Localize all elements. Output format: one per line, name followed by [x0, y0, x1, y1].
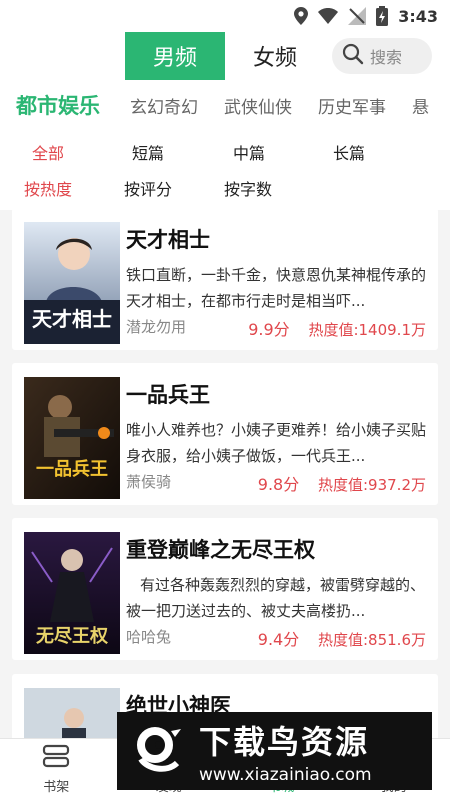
book-card[interactable]: 天才相士 天才相士 铁口直断，一卦千金，快意恩仇某神棍传承的天才相士，在都市行走… — [12, 208, 438, 350]
book-title: 天才相士 — [126, 228, 210, 252]
watermark-banner: 下载鸟资源 www.xiazainiao.com — [117, 712, 432, 790]
sort-by-words[interactable]: 按字数 — [224, 176, 272, 200]
book-stats: 9.8分 热度值:937.2万 — [258, 471, 426, 495]
filter-all[interactable]: 全部 — [32, 140, 64, 164]
tab-female[interactable]: 女频 — [235, 32, 315, 80]
book-author: 萧侯骑 — [126, 473, 172, 491]
svg-text:无尽王权: 无尽王权 — [36, 625, 109, 647]
nav-bookshelf[interactable]: 书架 — [0, 739, 113, 800]
book-stats: 9.9分 热度值:1409.1万 — [248, 316, 426, 340]
book-description: 有过各种轰轰烈烈的穿越，被雷劈穿越的、被一把刀送过去的、被丈夫高楼扔... — [126, 576, 426, 620]
book-score: 9.8分 — [257, 475, 300, 494]
book-heat: 热度值:851.6万 — [318, 631, 426, 649]
filter-medium[interactable]: 中篇 — [233, 140, 265, 164]
book-title: 一品兵王 — [126, 383, 210, 407]
category-fantasy[interactable]: 玄幻奇幻 — [130, 93, 198, 118]
book-cover: 一品兵王 — [24, 377, 120, 499]
location-icon — [294, 7, 309, 25]
status-bar: 3:43 — [0, 0, 450, 32]
book-list: 天才相士 天才相士 铁口直断，一卦千金，快意恩仇某神棍传承的天才相士，在都市行走… — [0, 208, 450, 738]
svg-text:一品兵王: 一品兵王 — [36, 459, 108, 480]
book-description: 铁口直断，一卦千金，快意恩仇某神棍传承的天才相士，在都市行走时是相当吓... — [126, 266, 426, 310]
book-cover: 天才相士 — [24, 222, 120, 344]
watermark-title: 下载鸟资源 — [199, 723, 370, 761]
book-stats: 9.4分 热度值:851.6万 — [258, 626, 426, 650]
status-time: 3:43 — [398, 6, 438, 26]
sort-by-heat[interactable]: 按热度 — [24, 176, 72, 200]
wifi-icon — [318, 8, 339, 24]
filter-panel: 全部 短篇 中篇 长篇 按热度 按评分 按字数 — [0, 128, 450, 210]
book-card[interactable]: 一品兵王 一品兵王 唯小人难养也？小姨子更难养！给小姨子买贴身衣服，给小姨子做饭… — [12, 363, 438, 505]
sort-by-rating[interactable]: 按评分 — [124, 176, 172, 200]
bookshelf-icon — [42, 744, 70, 772]
category-history[interactable]: 历史军事 — [318, 93, 386, 118]
book-heat: 热度值:1409.1万 — [308, 321, 426, 339]
book-cover — [24, 688, 120, 738]
nav-bookshelf-label: 书架 — [43, 780, 70, 795]
category-urban[interactable]: 都市娱乐 — [16, 90, 100, 120]
bird-logo-icon — [129, 721, 189, 781]
watermark-text: 下载鸟资源 www.xiazainiao.com — [199, 717, 372, 785]
book-author: 哈哈兔 — [126, 628, 172, 646]
book-description: 唯小人难养也？小姨子更难养！给小姨子买贴身衣服，给小姨子做饭，一代兵王... — [126, 421, 426, 465]
category-wuxia[interactable]: 武侠仙侠 — [224, 93, 292, 118]
filter-long[interactable]: 长篇 — [333, 140, 365, 164]
svg-text:天才相士: 天才相士 — [32, 307, 112, 331]
book-score: 9.4分 — [257, 630, 300, 649]
length-filter-row: 全部 短篇 中篇 长篇 — [0, 134, 450, 170]
signal-icon — [348, 7, 367, 25]
book-card[interactable]: 无尽王权 重登巅峰之无尽王权 有过各种轰轰烈烈的穿越，被雷劈穿越的、被一把刀送过… — [12, 518, 438, 660]
battery-icon — [376, 6, 389, 26]
book-cover: 无尽王权 — [24, 532, 120, 654]
category-bar: 都市娱乐 玄幻奇幻 武侠仙侠 历史军事 悬 — [0, 82, 450, 128]
search-box[interactable]: 搜索 — [332, 38, 432, 74]
book-author: 潜龙勿用 — [126, 318, 187, 336]
book-heat: 热度值:937.2万 — [318, 476, 426, 494]
search-placeholder: 搜索 — [370, 48, 403, 67]
book-score: 9.9分 — [248, 320, 290, 339]
watermark-url: www.xiazainiao.com — [199, 765, 372, 785]
tab-male[interactable]: 男频 — [125, 32, 225, 80]
sort-filter-row: 按热度 按评分 按字数 — [0, 170, 450, 206]
top-bar: 男频 女频 搜索 — [0, 32, 450, 82]
filter-short[interactable]: 短篇 — [132, 140, 164, 164]
search-icon — [342, 43, 364, 69]
category-suspense[interactable]: 悬 — [412, 93, 429, 118]
book-title: 重登巅峰之无尽王权 — [126, 538, 315, 562]
